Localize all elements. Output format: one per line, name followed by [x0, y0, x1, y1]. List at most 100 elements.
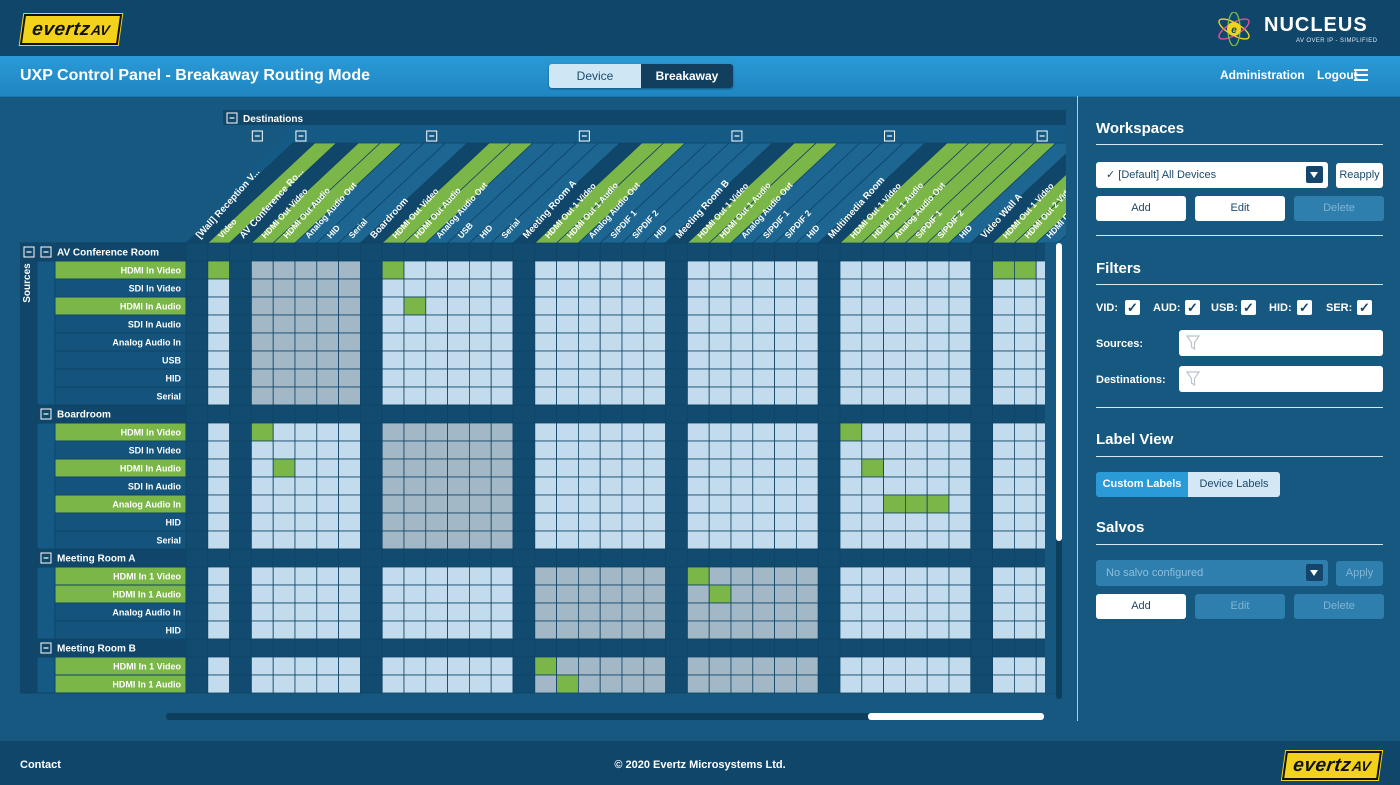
- matrix-cell-self[interactable]: [490, 422, 514, 442]
- matrix-cell-self[interactable]: [468, 422, 492, 442]
- matrix-cell[interactable]: [752, 422, 775, 442]
- matrix-cell[interactable]: [534, 494, 557, 514]
- matrix-cell[interactable]: [752, 314, 775, 334]
- matrix-cell-self[interactable]: [403, 512, 427, 532]
- matrix-cell[interactable]: [621, 296, 645, 316]
- matrix-cell[interactable]: [490, 260, 514, 280]
- matrix-cell[interactable]: [1014, 368, 1037, 388]
- matrix-cell-routed[interactable]: [839, 422, 863, 442]
- matrix-cell[interactable]: [796, 350, 819, 370]
- matrix-cell[interactable]: [992, 656, 1015, 676]
- matrix-cell[interactable]: [1014, 476, 1037, 496]
- matrix-cell[interactable]: [490, 566, 514, 586]
- matrix-cell[interactable]: [207, 440, 231, 460]
- matrix-cell-self[interactable]: [796, 602, 819, 622]
- matrix-cell[interactable]: [883, 422, 906, 442]
- matrix-cell[interactable]: [752, 260, 775, 280]
- matrix-cell-self[interactable]: [425, 530, 448, 550]
- matrix-cell[interactable]: [316, 458, 339, 478]
- matrix-cell[interactable]: [752, 476, 775, 496]
- matrix-cell[interactable]: [338, 440, 361, 460]
- matrix-cell[interactable]: [621, 260, 645, 280]
- matrix-cell[interactable]: [992, 386, 1015, 406]
- matrix-cell-self[interactable]: [250, 260, 274, 280]
- matrix-cell[interactable]: [578, 512, 601, 532]
- matrix-cell[interactable]: [294, 566, 318, 586]
- matrix-cell[interactable]: [708, 476, 732, 496]
- salvo-edit-button[interactable]: Edit: [1195, 594, 1285, 619]
- matrix-cell-self[interactable]: [447, 458, 470, 478]
- matrix-cell[interactable]: [272, 440, 296, 460]
- matrix-cell[interactable]: [556, 494, 579, 514]
- matrix-cell[interactable]: [752, 296, 775, 316]
- matrix-cell[interactable]: [490, 296, 514, 316]
- matrix-cell[interactable]: [883, 656, 906, 676]
- matrix-cell[interactable]: [250, 494, 274, 514]
- matrix-cell[interactable]: [883, 440, 906, 460]
- matrix-cell-self[interactable]: [599, 602, 623, 622]
- matrix-cell-self[interactable]: [774, 656, 797, 676]
- matrix-cell[interactable]: [687, 368, 710, 388]
- matrix-cell[interactable]: [948, 350, 972, 370]
- matrix-cell[interactable]: [687, 458, 710, 478]
- matrix-cell[interactable]: [752, 386, 775, 406]
- matrix-cell[interactable]: [774, 278, 797, 298]
- matrix-cell[interactable]: [730, 440, 754, 460]
- salvo-delete-button[interactable]: Delete: [1294, 594, 1384, 619]
- matrix-cell[interactable]: [207, 602, 231, 622]
- matrix-cell[interactable]: [687, 350, 710, 370]
- matrix-cell[interactable]: [425, 350, 448, 370]
- matrix-cell-self[interactable]: [468, 512, 492, 532]
- matrix-cell[interactable]: [207, 386, 231, 406]
- salvo-select[interactable]: No salvo configured: [1096, 560, 1328, 586]
- matrix-cell[interactable]: [468, 620, 492, 640]
- matrix-cell[interactable]: [905, 368, 928, 388]
- matrix-cell[interactable]: [316, 674, 339, 694]
- matrix-cell[interactable]: [1014, 674, 1037, 694]
- matrix-cell[interactable]: [599, 440, 623, 460]
- matrix-cell[interactable]: [272, 602, 296, 622]
- matrix-cell[interactable]: [207, 584, 231, 604]
- matrix-cell[interactable]: [425, 260, 448, 280]
- matrix-cell[interactable]: [250, 476, 274, 496]
- matrix-cell[interactable]: [643, 368, 666, 388]
- matrix-cell[interactable]: [861, 386, 884, 406]
- matrix-cell[interactable]: [403, 674, 427, 694]
- matrix-cell-self[interactable]: [730, 620, 754, 640]
- matrix-cell-self[interactable]: [272, 314, 296, 334]
- matrix-cell-self[interactable]: [643, 620, 666, 640]
- matrix-vertical-scroll-thumb[interactable]: [1056, 243, 1062, 541]
- matrix-cell-self[interactable]: [403, 458, 427, 478]
- matrix-cell-self[interactable]: [403, 494, 427, 514]
- matrix-cell[interactable]: [316, 494, 339, 514]
- matrix-cell[interactable]: [708, 350, 732, 370]
- matrix-cell[interactable]: [992, 584, 1015, 604]
- matrix-cell[interactable]: [687, 476, 710, 496]
- matrix-cell[interactable]: [839, 386, 863, 406]
- matrix-cell[interactable]: [861, 440, 884, 460]
- matrix-cell-self[interactable]: [316, 260, 339, 280]
- matrix-cell[interactable]: [316, 620, 339, 640]
- matrix-cell[interactable]: [796, 440, 819, 460]
- matrix-cell-self[interactable]: [316, 350, 339, 370]
- matrix-cell[interactable]: [468, 278, 492, 298]
- matrix-cell[interactable]: [272, 476, 296, 496]
- matrix-cell[interactable]: [381, 620, 405, 640]
- matrix-cell[interactable]: [752, 440, 775, 460]
- matrix-cell-self[interactable]: [381, 440, 405, 460]
- matrix-cell-self[interactable]: [294, 278, 318, 298]
- matrix-cell[interactable]: [708, 440, 732, 460]
- matrix-cell[interactable]: [992, 494, 1015, 514]
- matrix-cell[interactable]: [992, 512, 1015, 532]
- matrix-cell-routed[interactable]: [883, 494, 906, 514]
- matrix-cell[interactable]: [774, 530, 797, 550]
- matrix-cell[interactable]: [621, 494, 645, 514]
- matrix-cell[interactable]: [1014, 314, 1037, 334]
- matrix-cell[interactable]: [992, 296, 1015, 316]
- mode-tab-device[interactable]: Device: [549, 64, 641, 88]
- matrix-cell[interactable]: [839, 278, 863, 298]
- matrix-cell[interactable]: [621, 314, 645, 334]
- matrix-cell[interactable]: [381, 602, 405, 622]
- matrix-cell[interactable]: [905, 296, 928, 316]
- matrix-cell[interactable]: [708, 278, 732, 298]
